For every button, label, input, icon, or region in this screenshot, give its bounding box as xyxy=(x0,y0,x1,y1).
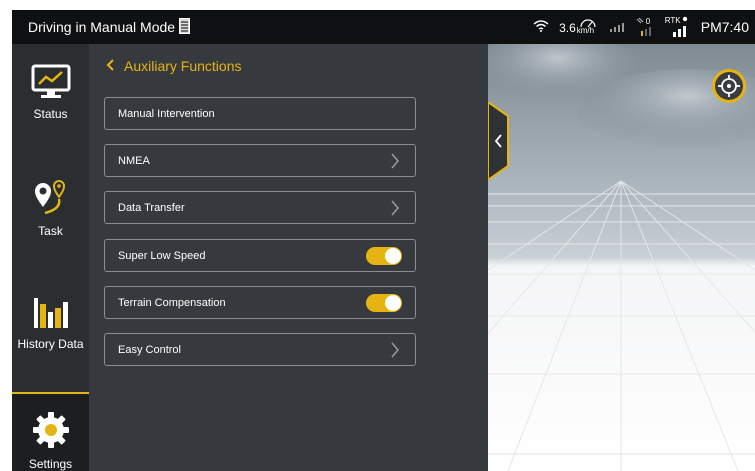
sidebar-item-label: Task xyxy=(38,224,63,238)
monitor-chart-icon xyxy=(31,64,71,103)
chevron-right-icon xyxy=(390,199,400,220)
gear-icon xyxy=(31,410,71,453)
sidebar-item-history-data[interactable]: History Data xyxy=(12,292,89,372)
easy-control-row[interactable]: Easy Control xyxy=(104,333,416,366)
sidebar-item-status[interactable]: Status xyxy=(12,64,89,144)
row-label: Manual Intervention xyxy=(118,108,215,120)
toggle-knob xyxy=(385,248,401,264)
sidebar-item-label: History Data xyxy=(17,337,84,351)
nmea-row[interactable]: NMEA xyxy=(104,144,416,177)
satellite-icon xyxy=(636,17,651,36)
status-indicators: 3.6 km/h 0 RTK PM7:40 xyxy=(533,10,749,44)
locate-button[interactable] xyxy=(711,68,747,109)
sidebar-item-settings[interactable]: Settings xyxy=(12,392,89,471)
crosshair-icon xyxy=(712,69,746,103)
manual-intervention-row[interactable]: Manual Intervention xyxy=(104,97,416,130)
bar-chart-icon xyxy=(31,298,71,333)
row-label: Easy Control xyxy=(118,344,181,356)
chevron-left-icon xyxy=(106,58,114,74)
terrain-compensation-row: Terrain Compensation xyxy=(104,286,416,319)
chevron-right-icon xyxy=(390,341,400,362)
sidebar-item-label: Status xyxy=(33,107,68,121)
document-icon[interactable] xyxy=(179,18,190,39)
row-label: Super Low Speed xyxy=(118,250,206,262)
speed-readout: 3.6 km/h xyxy=(559,19,599,35)
panel-title: Auxiliary Functions xyxy=(124,58,242,74)
data-transfer-row[interactable]: Data Transfer xyxy=(104,191,416,224)
status-bar: Driving in Manual Mode 3.6 km/h 0 RTK PM… xyxy=(12,10,755,44)
speed-value: 3.6 xyxy=(559,21,576,35)
back-button[interactable]: Auxiliary Functions xyxy=(106,58,242,74)
sidebar: Status Task History Data Settings xyxy=(12,44,89,471)
satellite-signal: 0 xyxy=(635,17,655,37)
super-low-speed-row: Super Low Speed xyxy=(104,239,416,272)
mode-title: Driving in Manual Mode xyxy=(28,19,176,35)
route-pin-icon xyxy=(31,180,71,220)
collapse-panel-handle[interactable] xyxy=(487,100,510,185)
rtk-signal: RTK xyxy=(665,16,691,38)
row-label: NMEA xyxy=(118,155,150,167)
sidebar-item-task[interactable]: Task xyxy=(12,177,89,257)
chevron-right-icon xyxy=(390,152,400,173)
wifi-icon xyxy=(533,19,549,35)
clock: PM7:40 xyxy=(700,19,749,35)
row-label: Terrain Compensation xyxy=(118,297,226,309)
toggle-knob xyxy=(385,295,401,311)
screen: Driving in Manual Mode 3.6 km/h 0 RTK PM… xyxy=(12,10,755,471)
terrain-compensation-toggle[interactable] xyxy=(366,294,402,312)
row-label: Data Transfer xyxy=(118,202,185,214)
sidebar-item-label: Settings xyxy=(28,457,73,471)
speed-unit: km/h xyxy=(577,19,599,35)
super-low-speed-toggle[interactable] xyxy=(366,247,402,265)
auxiliary-functions-panel: Auxiliary Functions Manual Intervention … xyxy=(89,44,488,471)
signal-weak-icon xyxy=(609,20,625,35)
satellite-count: 0 xyxy=(645,17,651,26)
